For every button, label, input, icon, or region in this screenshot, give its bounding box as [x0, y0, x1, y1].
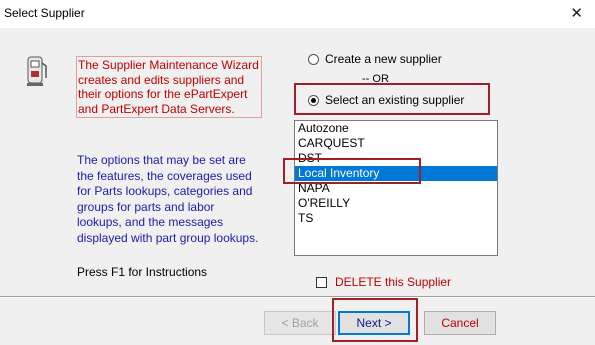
help-hint: Press F1 for Instructions — [77, 265, 208, 279]
back-button[interactable]: < Back — [264, 311, 336, 335]
fuel-pump-icon — [27, 56, 47, 86]
title-bar: Select Supplier ✕ — [0, 0, 595, 28]
delete-supplier-checkbox-row[interactable]: DELETE this Supplier — [316, 275, 451, 289]
list-item[interactable]: TS — [295, 211, 497, 226]
highlight-box-next — [332, 298, 418, 342]
wizard-description: The Supplier Maintenance Wizard creates … — [76, 56, 262, 118]
cancel-button[interactable]: Cancel — [424, 311, 496, 335]
highlight-box-select-existing — [294, 83, 490, 115]
delete-supplier-checkbox[interactable] — [316, 276, 327, 288]
create-supplier-radio[interactable]: Create a new supplier — [308, 52, 442, 66]
create-supplier-radio-circle[interactable] — [308, 53, 319, 65]
footer-divider — [0, 296, 595, 298]
window-title: Select Supplier — [4, 6, 85, 20]
list-item[interactable]: CARQUEST — [295, 136, 497, 151]
delete-supplier-label: DELETE this Supplier — [335, 275, 452, 289]
list-item[interactable]: O'REILLY — [295, 196, 497, 211]
create-supplier-label: Create a new supplier — [325, 52, 442, 66]
highlight-box-local-inventory — [283, 158, 421, 184]
supplier-list[interactable]: Autozone CARQUEST DST Local Inventory NA… — [294, 120, 498, 256]
list-item[interactable]: Autozone — [295, 121, 497, 136]
close-icon[interactable]: ✕ — [570, 4, 583, 22]
options-description: The options that may be set are the feat… — [77, 153, 259, 245]
